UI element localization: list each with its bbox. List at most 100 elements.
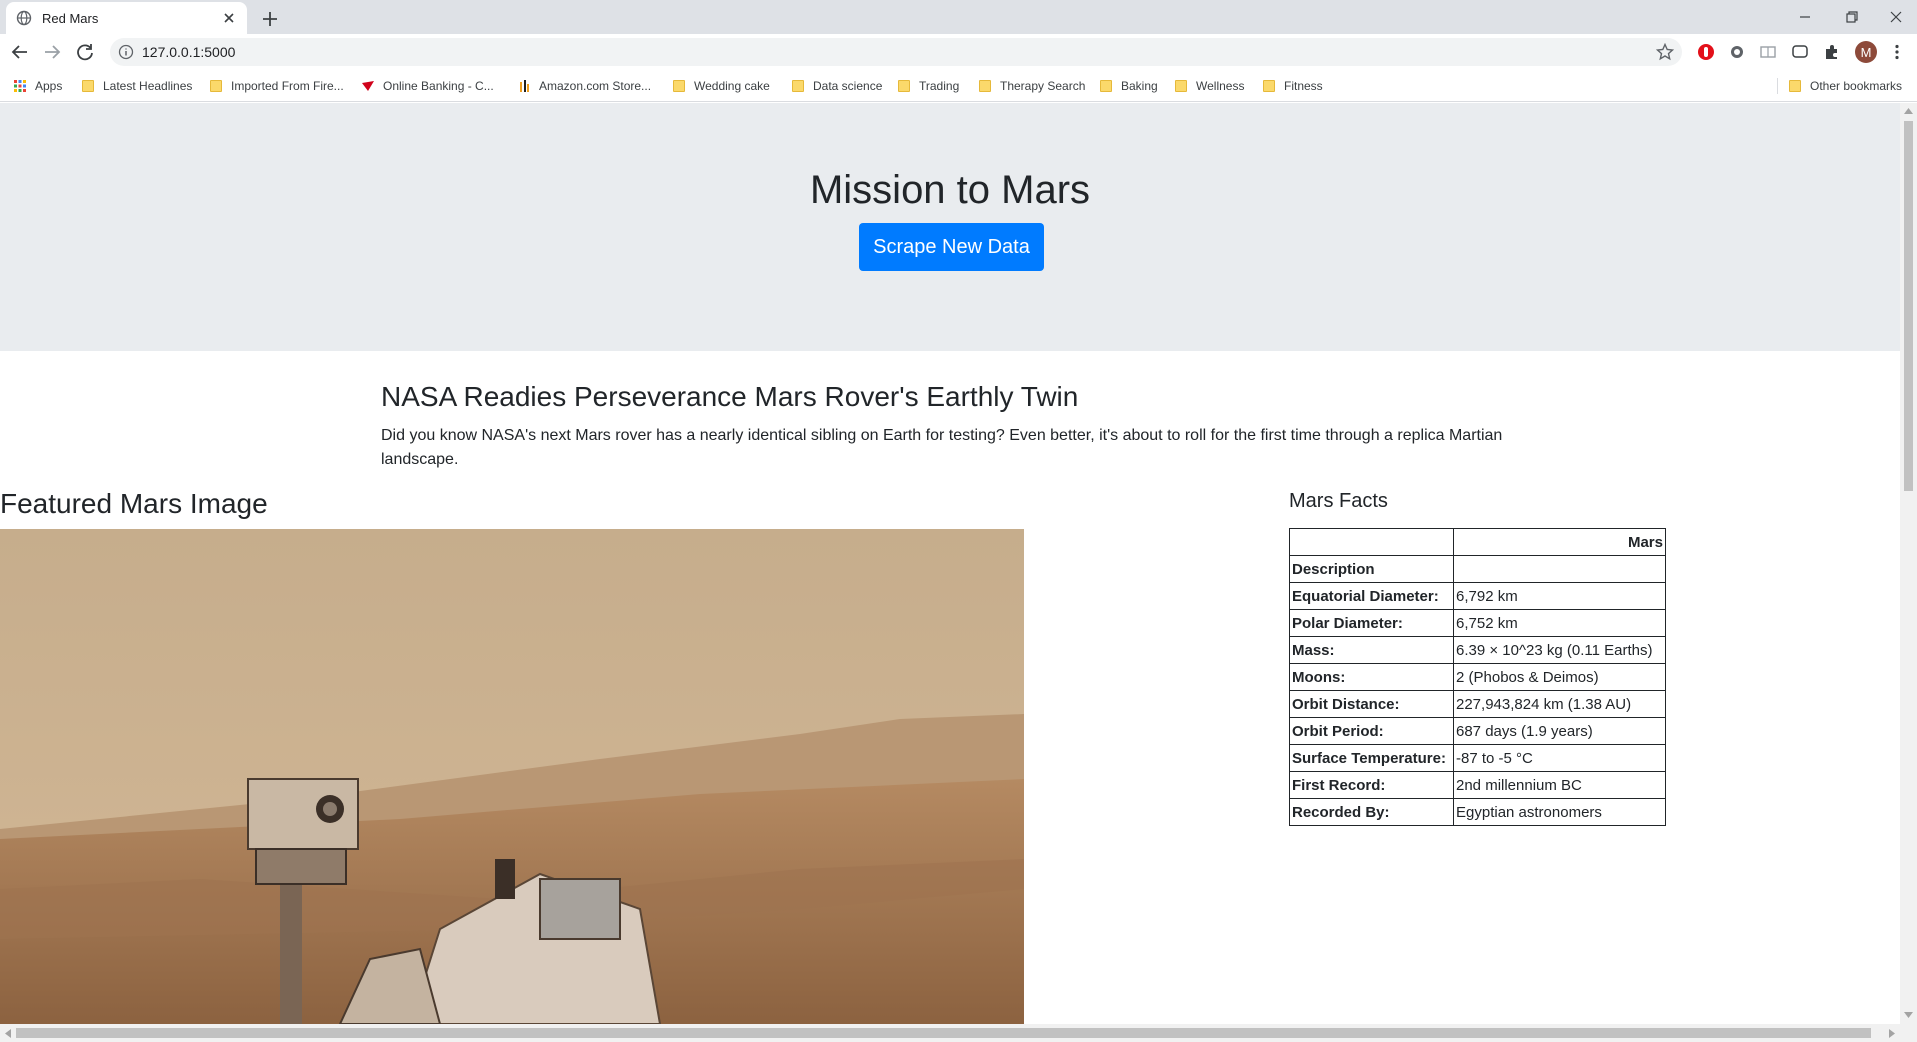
table-row-label: Polar Diameter: (1289, 609, 1454, 637)
table-row: Moons: 2 (Phobos & Deimos) (1289, 663, 1666, 691)
tab-strip: Red Mars (0, 0, 1917, 34)
vertical-scroll-thumb[interactable] (1904, 121, 1913, 491)
scrape-new-data-button[interactable]: Scrape New Data (859, 223, 1044, 271)
table-cell: 6,792 km (1453, 582, 1666, 610)
horizontal-scroll-thumb[interactable] (16, 1028, 1871, 1038)
bookmark-wellness[interactable]: Wellness (1175, 77, 1244, 95)
table-cell: 2nd millennium BC (1453, 771, 1666, 799)
bookmark-label: Imported From Fire... (231, 79, 344, 93)
bookmark-label: Apps (35, 79, 63, 93)
bookmark-label: Baking (1121, 79, 1158, 93)
bookmark-therapy-search[interactable]: Therapy Search (979, 77, 1085, 95)
vertical-scrollbar[interactable] (1900, 103, 1917, 1024)
bookmark-wedding-cake[interactable]: Wedding cake (673, 77, 770, 95)
table-row-label: First Record: (1289, 771, 1454, 799)
address-bar[interactable]: 127.0.0.1:5000 (110, 38, 1682, 66)
table-row-label: Surface Temperature: (1289, 744, 1454, 772)
bookmarks-bar: Apps Latest Headlines Imported From Fire… (0, 70, 1917, 102)
folder-icon (979, 80, 991, 92)
close-window-icon[interactable] (1884, 5, 1908, 29)
chat-extension-icon[interactable] (1791, 43, 1809, 61)
globe-icon (16, 10, 32, 26)
mars-facts-title: Mars Facts (1289, 490, 1388, 512)
table-row: Mass: 6.39 × 10^23 kg (0.11 Earths) (1289, 636, 1666, 664)
folder-icon (1789, 80, 1801, 92)
forward-arrow-icon[interactable] (40, 40, 64, 64)
table-row: Equatorial Diameter: 6,792 km (1289, 582, 1666, 610)
featured-image-title: Featured Mars Image (0, 488, 268, 519)
folder-icon (1175, 80, 1187, 92)
scroll-up-arrow-icon[interactable] (1904, 107, 1913, 115)
adblock-extension-icon[interactable] (1697, 43, 1715, 61)
horizontal-scrollbar[interactable] (0, 1024, 1917, 1042)
bookmark-label: Therapy Search (1000, 79, 1086, 93)
extension-circle-icon[interactable] (1728, 43, 1746, 61)
bookmark-data-science[interactable]: Data science (792, 77, 882, 95)
bookmark-amazon[interactable]: Amazon.com Store... (517, 77, 651, 95)
url-text[interactable]: 127.0.0.1:5000 (142, 44, 235, 60)
table-row: Polar Diameter: 6,752 km (1289, 609, 1666, 637)
bookmark-star-icon[interactable] (1656, 43, 1674, 61)
table-cell (1453, 555, 1666, 583)
tab-title: Red Mars (42, 10, 99, 26)
news-paragraph: Did you know NASA's next Mars rover has … (381, 427, 1503, 468)
bookmark-label: Amazon.com Store... (539, 79, 652, 93)
table-row: Orbit Distance: 227,943,824 km (1.38 AU) (1289, 690, 1666, 718)
news-title: NASA Readies Perseverance Mars Rover's E… (381, 381, 1079, 412)
table-cell: -87 to -5 °C (1453, 744, 1666, 772)
table-cell: 2 (Phobos & Deimos) (1453, 663, 1666, 691)
table-row-label: Description (1289, 555, 1454, 583)
scroll-right-arrow-icon[interactable] (1888, 1029, 1896, 1038)
bookmark-trading[interactable]: Trading (898, 77, 959, 95)
minimize-icon[interactable] (1793, 5, 1817, 29)
folder-icon (82, 80, 94, 92)
table-header-row: Mars (1289, 528, 1666, 556)
browser-tab[interactable]: Red Mars (6, 2, 247, 34)
bookmark-fitness[interactable]: Fitness (1263, 77, 1323, 95)
reload-icon[interactable] (73, 40, 97, 64)
table-cell: 6,752 km (1453, 609, 1666, 637)
bookmark-label: Wellness (1196, 79, 1245, 93)
table-row: Orbit Period: 687 days (1.9 years) (1289, 717, 1666, 745)
bookmark-latest-headlines[interactable]: Latest Headlines (82, 77, 192, 95)
scroll-left-arrow-icon[interactable] (4, 1029, 12, 1038)
restore-icon[interactable] (1840, 5, 1864, 29)
mars-facts-table: Mars Description Equatorial Diameter: 6,… (1289, 528, 1666, 826)
bookmark-apps[interactable]: Apps (13, 77, 62, 95)
bookmark-baking[interactable]: Baking (1100, 77, 1158, 95)
table-cell: 687 days (1.9 years) (1453, 717, 1666, 745)
extensions-puzzle-icon[interactable] (1823, 43, 1841, 61)
reader-extension-icon[interactable] (1759, 43, 1777, 61)
folder-icon (673, 80, 685, 92)
back-arrow-icon[interactable] (8, 40, 32, 64)
profile-avatar[interactable]: M (1855, 41, 1877, 63)
new-tab-icon[interactable] (258, 7, 282, 31)
page-title: Mission to Mars (809, 168, 1091, 212)
jumbotron: Mission to Mars Scrape New Data (0, 103, 1900, 351)
folder-icon (1100, 80, 1112, 92)
bookmark-other[interactable]: Other bookmarks (1789, 77, 1902, 95)
folder-icon (210, 80, 222, 92)
folder-icon (1263, 80, 1275, 92)
bookmark-label: Wedding cake (694, 79, 770, 93)
page-viewport: Mission to Mars Scrape New Data NASA Rea… (0, 103, 1900, 1024)
bookmark-label: Fitness (1284, 79, 1323, 93)
table-row-label: Mass: (1289, 636, 1454, 664)
menu-kebab-icon[interactable] (1888, 43, 1906, 61)
info-icon[interactable] (118, 44, 134, 60)
bookmark-label: Latest Headlines (103, 79, 193, 93)
close-tab-icon[interactable] (221, 10, 237, 26)
table-row-label: Moons: (1289, 663, 1454, 691)
bookmark-imported[interactable]: Imported From Fire... (210, 77, 344, 95)
bookmark-label: Online Banking - C... (383, 79, 494, 93)
amazon-icon (520, 80, 529, 92)
bookmark-online-banking[interactable]: Online Banking - C... (361, 77, 494, 95)
scroll-down-arrow-icon[interactable] (1904, 1011, 1913, 1019)
bank-logo-icon (362, 81, 374, 91)
bookmark-label: Data science (813, 79, 883, 93)
bookmark-label: Trading (919, 79, 960, 93)
table-cell: Egyptian astronomers (1453, 798, 1666, 826)
table-row: Description (1289, 555, 1666, 583)
bookmark-label: Other bookmarks (1810, 79, 1903, 93)
table-row: First Record: 2nd millennium BC (1289, 771, 1666, 799)
